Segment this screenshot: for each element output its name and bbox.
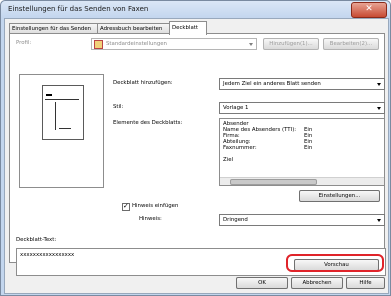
ok-button[interactable]: OK <box>236 277 288 289</box>
tab-cover-sheet[interactable]: Deckblatt <box>169 21 207 35</box>
scrollbar-thumb[interactable] <box>230 179 317 185</box>
style-select[interactable]: Vorlage 1 <box>219 102 385 114</box>
profile-edit-button[interactable]: Bearbeiten(2)... <box>323 38 379 50</box>
cover-elements-list[interactable]: Absender Name des Absenders (TTI): Ein F… <box>219 118 385 186</box>
cover-preview <box>19 74 104 188</box>
cover-page-thumbnail <box>42 85 84 140</box>
horizontal-scrollbar[interactable] <box>220 177 384 185</box>
close-icon: ✕ <box>365 4 373 14</box>
chevron-down-icon <box>375 79 384 89</box>
cover-sheet-panel: Profil: Standardeinstellungen Hinzufügen… <box>9 33 386 276</box>
style-label: Stil: <box>113 104 124 110</box>
add-cover-label: Deckblatt hinzufügen: <box>113 80 173 86</box>
note-label: Hinweis: <box>139 216 162 222</box>
window-title: Einstellungen für das Senden von Faxen <box>8 5 149 13</box>
note-checkbox[interactable]: ✓ <box>122 202 130 211</box>
help-button[interactable]: Hilfe <box>346 277 385 289</box>
profile-label: Profil: <box>16 40 32 46</box>
title-bar[interactable]: Einstellungen für das Senden von Faxen ✕ <box>1 1 390 18</box>
chevron-down-icon <box>247 39 256 49</box>
profile-add-button[interactable]: Hinzufügen(1)... <box>263 38 319 50</box>
list-item: Ziel <box>223 157 234 163</box>
cover-text-label: Deckblatt-Text: <box>16 237 57 243</box>
list-item: Faxnummer: <box>223 145 257 151</box>
elements-settings-button[interactable]: Einstellungen... <box>299 190 380 202</box>
dialog-client: Einstellungen für das Senden Adressbuch … <box>4 18 389 294</box>
profile-select[interactable]: Standardeinstellungen <box>91 38 257 50</box>
note-select[interactable]: Dringend <box>219 214 385 226</box>
chevron-down-icon <box>375 103 384 113</box>
cancel-button[interactable]: Abbrechen <box>291 277 343 289</box>
close-button[interactable]: ✕ <box>351 2 387 18</box>
chevron-down-icon <box>375 215 384 225</box>
elements-label: Elemente des Deckblatts: <box>113 120 183 126</box>
fax-settings-dialog: Einstellungen für das Senden von Faxen ✕… <box>0 0 391 296</box>
list-item-value: Ein <box>304 145 313 151</box>
checkmark-icon: ✓ <box>123 202 129 210</box>
add-cover-select[interactable]: Jedem Ziel ein anderes Blatt senden <box>219 78 385 90</box>
preview-highlight <box>286 254 384 272</box>
note-checkbox-label: Hinweis einfügen <box>132 203 179 209</box>
profile-icon <box>94 40 103 49</box>
